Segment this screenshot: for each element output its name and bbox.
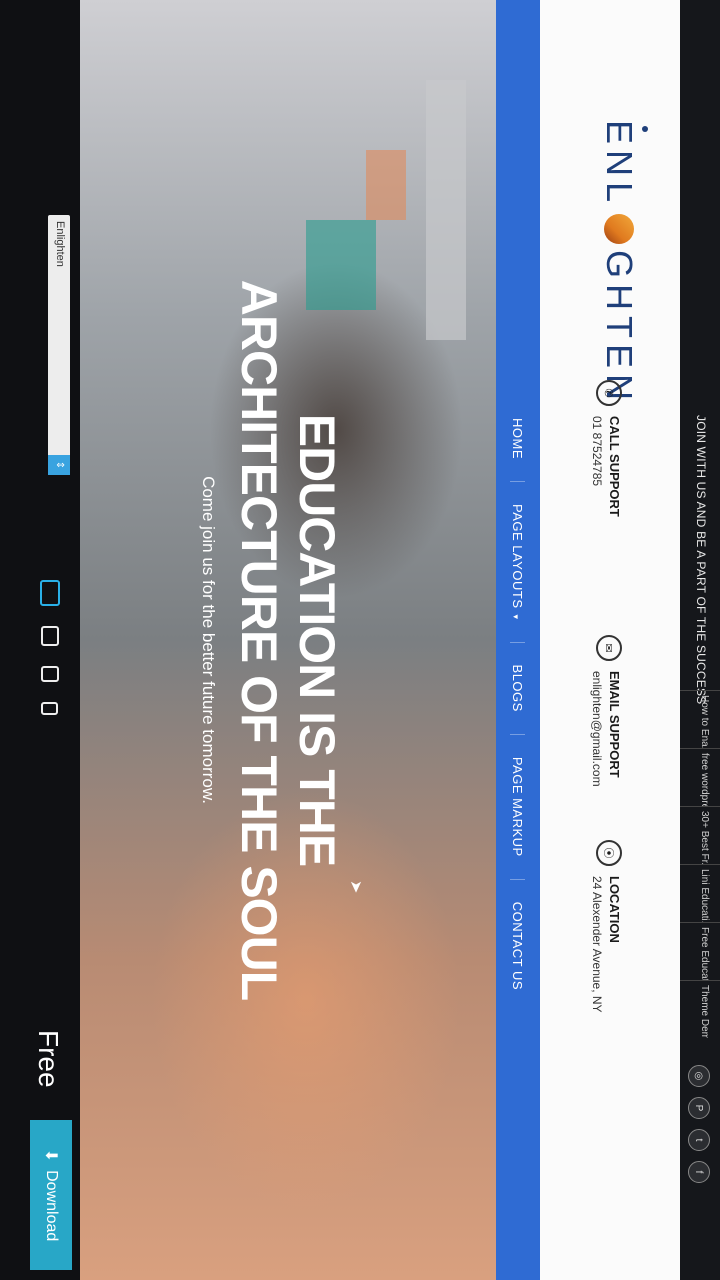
contact-value: 24 Alexender Avenue, NY [590, 876, 604, 1013]
hero-subtitle: Come join us for the better future tomor… [199, 476, 218, 804]
photo-frame: JOIN WITH US AND BE A PART OF THE SUCCES… [0, 0, 720, 1280]
nav-page-layouts[interactable]: PAGE LAYOUTS ▾ [510, 482, 526, 643]
browser-tab[interactable]: Free Educat... [680, 922, 720, 980]
mouse-cursor-icon: ➤ [347, 880, 364, 894]
contact-value: 01 87524785 [590, 416, 604, 487]
device-switcher [40, 580, 60, 715]
location-icon: ⦿ [596, 840, 622, 866]
mail-icon: ✉ [596, 635, 622, 661]
logo-dot [642, 126, 648, 132]
logo-text-start: ENL [599, 120, 640, 209]
bulb-icon [604, 214, 634, 245]
phone-icon: ✆ [596, 380, 622, 406]
site-header: ENL GHTEN ✆ CALL SUPPORT 01 87524785 ✉ E… [540, 0, 680, 1280]
desktop-icon[interactable] [40, 580, 60, 606]
free-label: Free [33, 1030, 64, 1088]
laptop-icon[interactable] [41, 626, 59, 646]
nav-contact-us[interactable]: CONTACT US [511, 880, 526, 1012]
website-view: JOIN WITH US AND BE A PART OF THE SUCCES… [0, 0, 720, 1280]
facebook-icon[interactable]: f [688, 1161, 710, 1183]
top-ribbon: JOIN WITH US AND BE A PART OF THE SUCCES… [680, 0, 720, 1280]
hero-banner: EDUCATION IS THE ARCHITECTURE OF THE SOU… [80, 0, 496, 1280]
pinterest-icon[interactable]: P [688, 1097, 710, 1119]
theme-preview-bar: Enlighten ⇕ Free ⬇ Download [0, 0, 80, 1280]
contact-title: CALL SUPPORT [607, 416, 622, 517]
contact-value: enlighten@gmail.com [590, 671, 604, 787]
phone-icon[interactable] [41, 702, 59, 715]
instagram-icon[interactable]: ◎ [688, 1065, 710, 1087]
browser-tab[interactable]: 30+ Best Fr... [680, 806, 720, 864]
hero-heading-line2: ARCHITECTURE OF THE SOUL [231, 279, 287, 1001]
background-books [366, 150, 406, 220]
download-label: Download [43, 1170, 60, 1242]
browser-tab[interactable]: Lini Educati... [680, 864, 720, 922]
nav-page-markup[interactable]: PAGE MARKUP [510, 734, 526, 880]
select-arrows-icon: ⇕ [48, 455, 70, 475]
tablet-icon[interactable] [41, 666, 59, 682]
social-links: ◎ P t f [688, 1065, 710, 1183]
browser-tab[interactable]: free wordpre... [680, 748, 720, 806]
main-nav: HOME PAGE LAYOUTS ▾ BLOGS PAGE MARKUP CON… [496, 0, 540, 1280]
theme-select-value: Enlighten [54, 221, 66, 267]
contact-title: EMAIL SUPPORT [607, 671, 622, 778]
download-icon: ⬇ [42, 1148, 59, 1163]
call-support: ✆ CALL SUPPORT 01 87524785 [590, 380, 622, 517]
nav-label: PAGE LAYOUTS [510, 504, 526, 609]
browser-tabs: How to Ena... free wordpre... 30+ Best F… [680, 690, 720, 1038]
browser-tab[interactable]: How to Ena... [680, 690, 720, 748]
contact-title: LOCATION [607, 876, 622, 943]
chevron-down-icon: ▾ [511, 614, 522, 620]
nav-blogs[interactable]: BLOGS [510, 642, 526, 735]
twitter-icon[interactable]: t [688, 1129, 710, 1151]
hero-heading-line1: EDUCATION IS THE [289, 413, 345, 867]
email-support: ✉ EMAIL SUPPORT enlighten@gmail.com [590, 635, 622, 787]
browser-tab[interactable]: Theme Dem... [680, 980, 720, 1038]
location: ⦿ LOCATION 24 Alexender Avenue, NY [590, 840, 622, 1013]
background-shelf [426, 80, 466, 340]
top-message: JOIN WITH US AND BE A PART OF THE SUCCES… [694, 415, 708, 705]
nav-home[interactable]: HOME [510, 396, 526, 482]
theme-select[interactable]: Enlighten ⇕ [48, 215, 70, 475]
logo[interactable]: ENL GHTEN [598, 120, 648, 406]
download-button[interactable]: ⬇ Download [30, 1120, 72, 1270]
